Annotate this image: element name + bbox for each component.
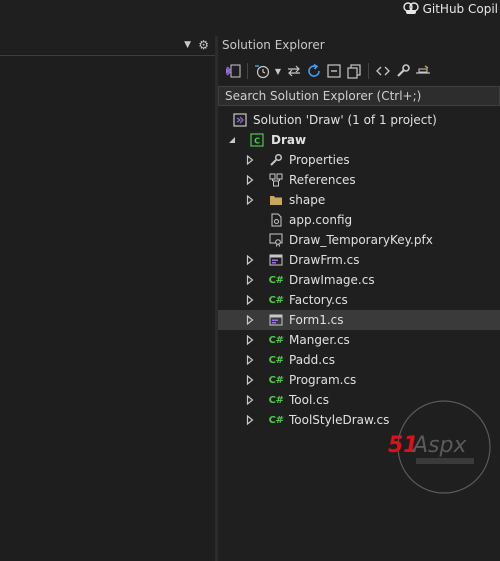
- solution-explorer-panel: Solution Explorer ▼ Search Solution Expl…: [218, 36, 500, 561]
- tree-item[interactable]: Form1.cs: [218, 310, 500, 330]
- pending-changes-icon[interactable]: [253, 61, 271, 81]
- svg-text:C: C: [254, 137, 260, 146]
- tree-item-label: ToolStyleDraw.cs: [289, 413, 390, 427]
- tree-item-label: DrawFrm.cs: [289, 253, 360, 267]
- solution-explorer-title: Solution Explorer: [222, 38, 325, 52]
- solution-icon: [232, 112, 248, 128]
- tree-item-label: Factory.cs: [289, 293, 348, 307]
- tree-item-label: References: [289, 173, 356, 187]
- copilot-label: GitHub Copil: [422, 2, 498, 16]
- tree-item-label: Draw: [271, 133, 307, 147]
- csharp-file-icon: C#: [268, 334, 284, 346]
- solution-explorer-toolbar: ▼: [218, 59, 500, 83]
- csharp-file-icon: C#: [268, 354, 284, 366]
- tree-item[interactable]: References: [218, 170, 500, 190]
- github-copilot-button[interactable]: GitHub Copil: [402, 0, 498, 18]
- collapsed-arrow-icon[interactable]: [245, 254, 255, 266]
- toolbar-separator: [368, 63, 369, 79]
- tree-item[interactable]: C# Factory.cs: [218, 290, 500, 310]
- csharp-project-icon: C: [249, 132, 265, 148]
- view-code-icon[interactable]: [374, 61, 392, 81]
- config-file-icon: [268, 212, 284, 228]
- tree-item[interactable]: Properties: [218, 150, 500, 170]
- dropdown-arrow-icon[interactable]: ▼: [184, 40, 191, 50]
- editor-pane-header: ▼ ⚙: [0, 36, 215, 56]
- title-bar: GitHub Copil: [0, 0, 500, 30]
- sync-with-active-document-icon[interactable]: [285, 61, 303, 81]
- tree-item-label: Padd.cs: [289, 353, 335, 367]
- tree-item-solution[interactable]: Solution 'Draw' (1 of 1 project): [218, 110, 500, 130]
- tree-item[interactable]: C# DrawImage.cs: [218, 270, 500, 290]
- folder-icon: [268, 192, 284, 208]
- form-icon: [268, 252, 284, 268]
- properties-icon[interactable]: [394, 61, 412, 81]
- collapsed-arrow-icon[interactable]: [245, 374, 255, 386]
- tree-item-project[interactable]: C Draw: [218, 130, 500, 150]
- tree-item-label: Form1.cs: [289, 313, 344, 327]
- tree-item[interactable]: C# Manger.cs: [218, 330, 500, 350]
- collapsed-arrow-icon[interactable]: [245, 414, 255, 426]
- csharp-file-icon: C#: [268, 394, 284, 406]
- project-children: Properties References shape app.config Draw_…: [218, 150, 500, 430]
- show-all-files-icon[interactable]: [345, 61, 363, 81]
- tree-item[interactable]: app.config: [218, 210, 500, 230]
- csharp-file-icon: C#: [268, 294, 284, 306]
- search-input[interactable]: Search Solution Explorer (Ctrl+;): [218, 86, 500, 106]
- collapsed-arrow-icon[interactable]: [245, 314, 255, 326]
- tree-item[interactable]: C# Tool.cs: [218, 390, 500, 410]
- csharp-file-icon: C#: [268, 274, 284, 286]
- tree-item-label: Tool.cs: [289, 393, 329, 407]
- tree-item[interactable]: Draw_TemporaryKey.pfx: [218, 230, 500, 250]
- collapsed-arrow-icon[interactable]: [245, 334, 255, 346]
- csharp-file-icon: C#: [268, 414, 284, 426]
- collapsed-arrow-icon[interactable]: [245, 154, 255, 166]
- collapsed-arrow-icon[interactable]: [245, 394, 255, 406]
- svg-text:51: 51: [388, 433, 419, 458]
- collapsed-arrow-icon[interactable]: [245, 194, 255, 206]
- tree-item-label: app.config: [289, 213, 353, 227]
- expanded-arrow-icon[interactable]: [227, 134, 237, 146]
- tree-item-label: DrawImage.cs: [289, 273, 375, 287]
- chevron-down-icon[interactable]: ▼: [273, 61, 283, 81]
- solution-tree: Solution 'Draw' (1 of 1 project) C Draw …: [218, 110, 500, 430]
- tree-item-label: shape: [289, 193, 326, 207]
- certificate-icon: [268, 232, 284, 248]
- preview-selected-items-icon[interactable]: [414, 61, 432, 81]
- tree-item-label: Solution 'Draw' (1 of 1 project): [253, 113, 437, 127]
- collapsed-arrow-icon[interactable]: [245, 354, 255, 366]
- collapse-all-icon[interactable]: [325, 61, 343, 81]
- tree-item-label: Manger.cs: [289, 333, 350, 347]
- tree-item[interactable]: C# Program.cs: [218, 370, 500, 390]
- tree-item-label: Program.cs: [289, 373, 357, 387]
- svg-text:Aspx: Aspx: [411, 433, 467, 458]
- vs-switch-views-icon[interactable]: [224, 61, 242, 81]
- tree-item-label: Draw_TemporaryKey.pfx: [289, 233, 433, 247]
- tree-item-label: Properties: [289, 153, 350, 167]
- wrench-icon: [268, 152, 284, 168]
- copilot-icon: [402, 1, 419, 18]
- collapsed-arrow-icon[interactable]: [245, 294, 255, 306]
- tree-item[interactable]: DrawFrm.cs: [218, 250, 500, 270]
- form-icon: [268, 312, 284, 328]
- gear-icon[interactable]: ⚙: [198, 38, 209, 52]
- toolbar-separator: [247, 63, 248, 79]
- tree-item[interactable]: C# Padd.cs: [218, 350, 500, 370]
- collapsed-arrow-icon[interactable]: [245, 174, 255, 186]
- tree-item[interactable]: C# ToolStyleDraw.cs: [218, 410, 500, 430]
- csharp-file-icon: C#: [268, 374, 284, 386]
- refresh-icon[interactable]: [305, 61, 323, 81]
- tree-item[interactable]: shape: [218, 190, 500, 210]
- references-icon: [268, 172, 284, 188]
- collapsed-arrow-icon[interactable]: [245, 274, 255, 286]
- editor-pane: ▼ ⚙: [0, 36, 215, 561]
